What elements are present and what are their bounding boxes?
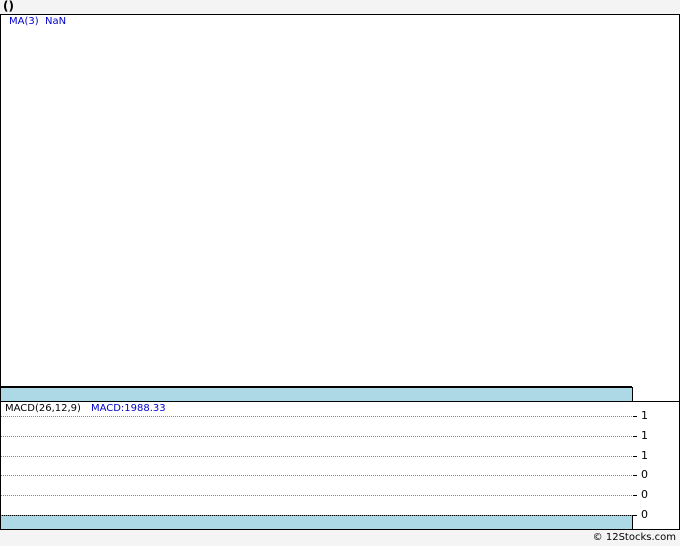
macd-tick-mark bbox=[633, 456, 637, 457]
macd-gridline bbox=[1, 436, 632, 437]
macd-tick-mark bbox=[633, 495, 637, 496]
macd-tick-mark bbox=[633, 416, 637, 417]
macd-gridline bbox=[1, 495, 632, 496]
macd-gridline bbox=[1, 456, 632, 457]
macd-gridline bbox=[1, 475, 632, 476]
chart-title: () bbox=[3, 0, 14, 13]
macd-tick-mark bbox=[633, 515, 637, 516]
copyright-footer: © 12Stocks.com bbox=[592, 532, 676, 543]
macd-tick-label: 0 bbox=[641, 468, 648, 481]
macd-tick-label: 1 bbox=[641, 409, 648, 422]
macd-legend: MACD(26,12,9) MACD:1988.33 bbox=[5, 403, 166, 414]
macd-tick-mark bbox=[633, 475, 637, 476]
macd-tick-label: 0 bbox=[641, 488, 648, 501]
macd-panel bbox=[0, 401, 633, 516]
macd-tick-label: 1 bbox=[641, 429, 648, 442]
macd-indicator-label: MACD(26,12,9) bbox=[5, 403, 81, 414]
macd-tick-label: 0 bbox=[641, 508, 648, 521]
macd-bottom-strip bbox=[0, 515, 633, 530]
macd-value-label: MACD:1988.33 bbox=[90, 403, 166, 414]
macd-tick-mark bbox=[633, 436, 637, 437]
macd-axis bbox=[632, 401, 680, 530]
ma-legend: MA(3) NaN bbox=[9, 16, 67, 27]
macd-gridline bbox=[1, 416, 632, 417]
macd-gridline bbox=[1, 515, 632, 516]
price-panel bbox=[0, 14, 633, 387]
price-volume-strip bbox=[0, 387, 633, 402]
price-axis bbox=[632, 14, 680, 402]
macd-tick-label: 1 bbox=[641, 449, 648, 462]
